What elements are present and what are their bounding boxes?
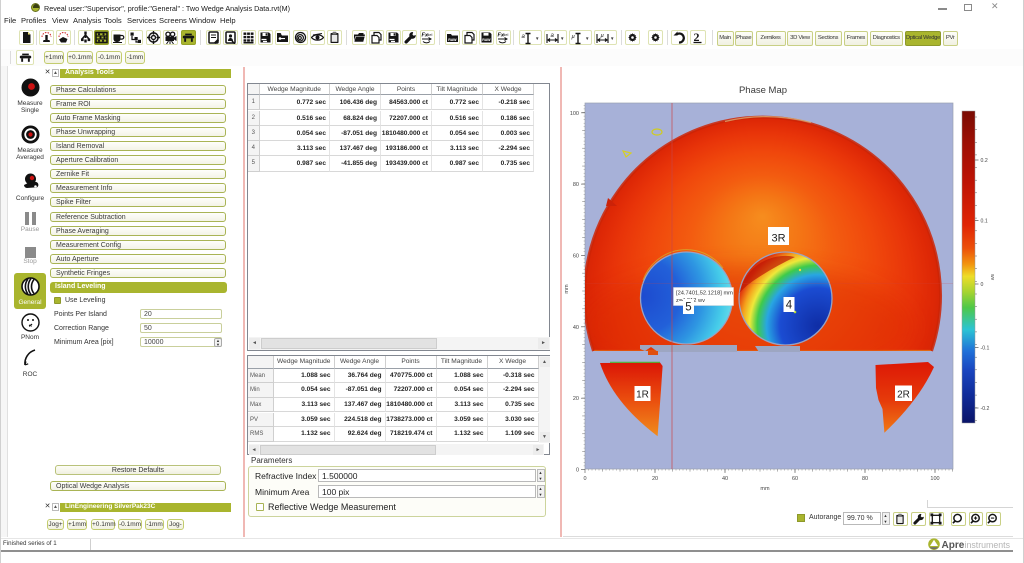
svg-text:60: 60: [792, 476, 798, 482]
svg-text:4: 4: [786, 300, 793, 312]
svg-text:N: N: [29, 323, 32, 328]
svg-text:Phase Map: Phase Map: [739, 85, 787, 96]
svg-text:a: a: [551, 33, 555, 39]
svg-text:0: 0: [583, 476, 586, 482]
svg-text:wv: wv: [989, 274, 995, 281]
svg-text:80: 80: [862, 476, 868, 482]
svg-text:80: 80: [573, 182, 579, 188]
svg-text:del: del: [427, 32, 432, 37]
svg-text:μ: μ: [572, 33, 576, 40]
svg-text:0: 0: [576, 468, 579, 474]
svg-text:5: 5: [685, 302, 691, 314]
svg-text:a: a: [522, 34, 526, 40]
svg-text:1R: 1R: [636, 390, 649, 401]
svg-text:[24.7401,52.1218] mm: [24.7401,52.1218] mm: [676, 291, 733, 297]
svg-text:40: 40: [573, 325, 579, 331]
svg-text:100: 100: [570, 111, 579, 117]
svg-text:20: 20: [573, 396, 579, 402]
svg-text:20: 20: [652, 476, 658, 482]
svg-text:mm: mm: [760, 486, 770, 492]
svg-text:instruments: instruments: [965, 539, 1011, 549]
svg-text:100: 100: [930, 476, 939, 482]
svg-text:RAW: RAW: [482, 38, 491, 42]
svg-text:0.1: 0.1: [981, 219, 988, 225]
svg-text:0: 0: [981, 282, 984, 288]
svg-text:-0.2: -0.2: [981, 406, 990, 412]
svg-text:-0.1: -0.1: [981, 346, 990, 352]
svg-text:Apre: Apre: [942, 540, 965, 551]
svg-text:40: 40: [722, 476, 728, 482]
svg-text:RAW: RAW: [448, 38, 457, 42]
svg-text:mm: mm: [564, 284, 570, 294]
svg-text:60: 60: [573, 253, 579, 259]
svg-text:μ: μ: [601, 32, 605, 39]
svg-text:del: del: [503, 32, 508, 37]
svg-text:0.2: 0.2: [981, 158, 988, 164]
svg-text:2R: 2R: [897, 390, 910, 401]
svg-text:3R: 3R: [771, 233, 785, 245]
